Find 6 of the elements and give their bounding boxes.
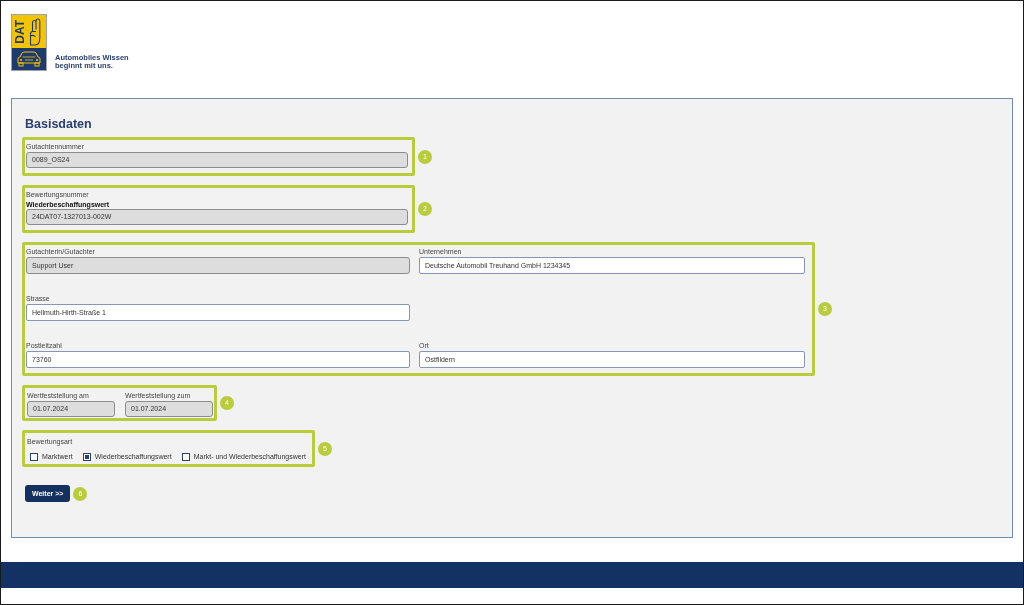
checkbox[interactable] xyxy=(181,452,190,461)
hand-icon xyxy=(27,17,43,46)
checkbox[interactable] xyxy=(30,452,38,461)
logo-wordmark: DAT xyxy=(14,19,26,44)
section-title: Basisdaten xyxy=(25,116,93,132)
checkbox[interactable] xyxy=(82,452,91,461)
